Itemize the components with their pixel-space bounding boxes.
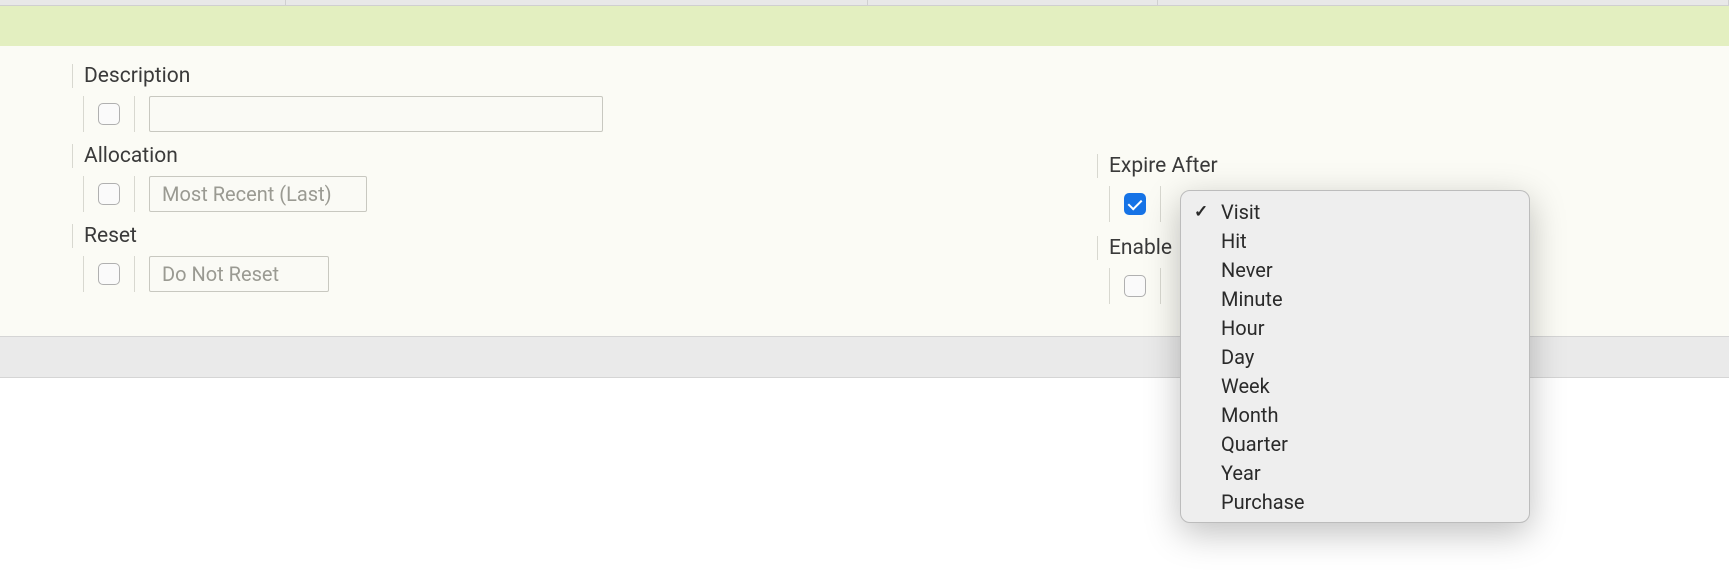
reset-label: Reset xyxy=(72,224,603,248)
expire-after-label: Expire After xyxy=(1097,154,1218,178)
divider xyxy=(1160,186,1161,222)
allocation-label: Allocation xyxy=(72,144,603,168)
divider xyxy=(83,176,84,212)
divider xyxy=(134,96,135,132)
dropdown-item-hour[interactable]: Hour xyxy=(1181,313,1529,342)
dropdown-item-label: Year xyxy=(1221,461,1261,485)
reset-value: Do Not Reset xyxy=(162,262,279,286)
header-segment xyxy=(0,0,286,5)
divider xyxy=(83,256,84,292)
enable-checkbox[interactable] xyxy=(1124,275,1146,297)
reset-row: Do Not Reset xyxy=(0,254,603,294)
expire-after-dropdown-menu[interactable]: ✓ Visit Hit Never Minute Hour Day Week M… xyxy=(1180,190,1530,523)
divider xyxy=(134,176,135,212)
left-column: Description Allocation Most Recent (Last… xyxy=(0,64,603,304)
allocation-checkbox[interactable] xyxy=(98,183,120,205)
divider xyxy=(1160,268,1161,304)
dropdown-item-day[interactable]: Day xyxy=(1181,342,1529,371)
dropdown-item-label: Purchase xyxy=(1221,490,1305,514)
dropdown-item-year[interactable]: Year xyxy=(1181,458,1529,487)
allocation-select[interactable]: Most Recent (Last) xyxy=(149,176,367,212)
description-checkbox[interactable] xyxy=(98,103,120,125)
dropdown-item-label: Hour xyxy=(1221,316,1264,340)
header-segment xyxy=(1158,0,1729,5)
dropdown-item-label: Minute xyxy=(1221,287,1283,311)
dropdown-item-minute[interactable]: Minute xyxy=(1181,284,1529,313)
dropdown-item-label: Hit xyxy=(1221,229,1247,253)
allocation-value: Most Recent (Last) xyxy=(162,182,332,206)
check-icon: ✓ xyxy=(1194,202,1208,222)
allocation-row: Most Recent (Last) xyxy=(0,174,603,214)
allocation-field-group: Allocation Most Recent (Last) xyxy=(0,144,603,214)
divider xyxy=(134,256,135,292)
dropdown-item-label: Month xyxy=(1221,403,1278,427)
green-banner xyxy=(0,6,1729,46)
description-label: Description xyxy=(72,64,603,88)
description-input[interactable] xyxy=(149,96,603,132)
description-field-group: Description xyxy=(0,64,603,134)
dropdown-item-label: Visit xyxy=(1221,200,1260,224)
reset-checkbox[interactable] xyxy=(98,263,120,285)
dropdown-item-label: Quarter xyxy=(1221,432,1288,456)
divider xyxy=(1109,268,1110,304)
divider xyxy=(83,96,84,132)
dropdown-item-label: Day xyxy=(1221,345,1254,369)
dropdown-item-hit[interactable]: Hit xyxy=(1181,226,1529,255)
dropdown-item-label: Never xyxy=(1221,258,1273,282)
dropdown-item-never[interactable]: Never xyxy=(1181,255,1529,284)
dropdown-item-purchase[interactable]: Purchase xyxy=(1181,487,1529,516)
reset-select[interactable]: Do Not Reset xyxy=(149,256,329,292)
description-row xyxy=(0,94,603,134)
dropdown-item-month[interactable]: Month xyxy=(1181,400,1529,429)
dropdown-item-week[interactable]: Week xyxy=(1181,371,1529,400)
dropdown-item-label: Week xyxy=(1221,374,1270,398)
dropdown-item-quarter[interactable]: Quarter xyxy=(1181,429,1529,458)
header-segment xyxy=(286,0,868,5)
dropdown-item-visit[interactable]: ✓ Visit xyxy=(1181,197,1529,226)
expire-after-checkbox[interactable] xyxy=(1124,193,1146,215)
reset-field-group: Reset Do Not Reset xyxy=(0,224,603,294)
divider xyxy=(1109,186,1110,222)
header-segment xyxy=(868,0,1158,5)
